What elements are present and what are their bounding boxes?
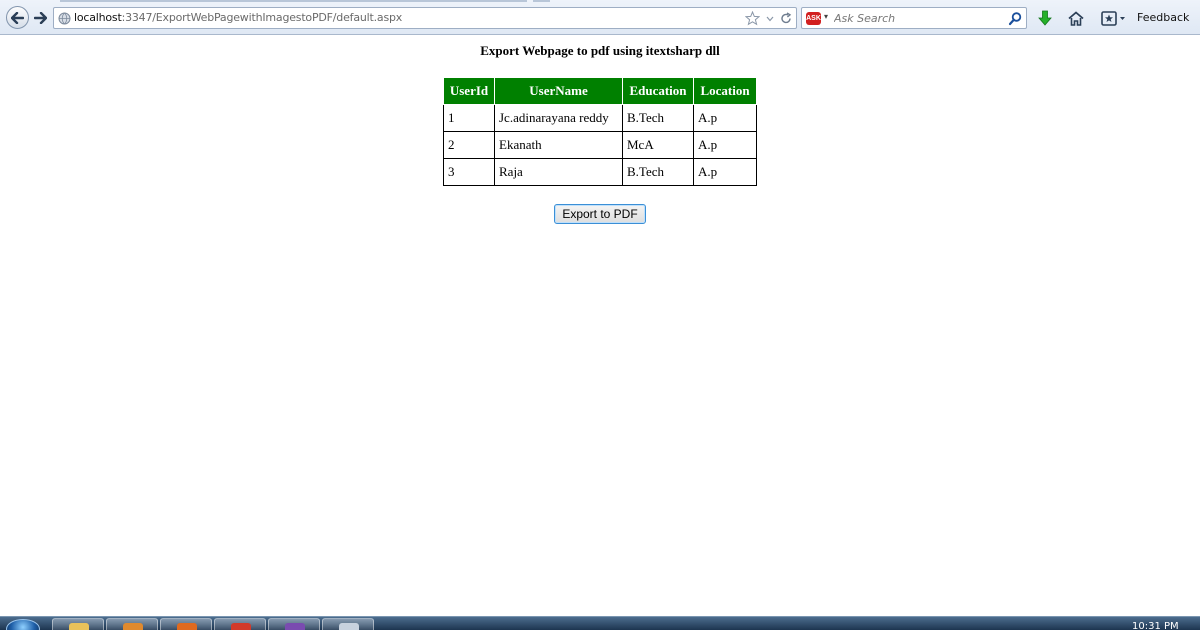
media-icon <box>123 623 143 630</box>
cell-location: A.p <box>693 158 757 186</box>
star-icon[interactable] <box>745 11 760 26</box>
taskbar-app-explorer[interactable] <box>52 618 104 630</box>
app-icon <box>339 623 359 630</box>
url-text: localhost:3347/ExportWebPagewithImagesto… <box>74 11 402 24</box>
reload-icon[interactable] <box>780 11 792 26</box>
forward-button[interactable] <box>30 9 50 26</box>
cell-location: A.p <box>693 104 757 132</box>
taskbar-app-firefox[interactable] <box>160 618 212 630</box>
browser-toolbar: localhost:3347/ExportWebPagewithImagesto… <box>0 0 1200 35</box>
page-content: Export Webpage to pdf using itextsharp d… <box>0 36 1200 616</box>
table-row: 2 Ekanath McA A.p <box>443 131 757 159</box>
cell-userid: 3 <box>443 158 495 186</box>
tab-strip <box>60 0 550 2</box>
folder-icon <box>69 623 89 630</box>
navigation-buttons <box>6 6 52 29</box>
table-row: 3 Raja B.Tech A.p <box>443 158 757 186</box>
back-button[interactable] <box>6 6 29 29</box>
cell-location: A.p <box>693 131 757 159</box>
forward-arrow-icon <box>33 11 47 24</box>
table-header-row: UserId UserName Education Location <box>443 77 757 105</box>
address-bar[interactable]: localhost:3347/ExportWebPagewithImagesto… <box>53 7 797 29</box>
cell-education: B.Tech <box>622 104 694 132</box>
bookmarks-menu-button[interactable] <box>1101 9 1127 27</box>
chevron-down-icon[interactable] <box>766 11 774 26</box>
column-header-education: Education <box>622 77 694 105</box>
taskbar: 10:31 PM <box>0 616 1200 630</box>
taskbar-app-media[interactable] <box>106 618 158 630</box>
cell-userid: 2 <box>443 131 495 159</box>
download-arrow-icon <box>1038 10 1052 26</box>
address-bar-icons <box>745 11 792 26</box>
back-arrow-icon <box>11 11 24 24</box>
taskbar-app-visual-studio[interactable] <box>268 618 320 630</box>
taskbar-app-4[interactable] <box>214 618 266 630</box>
table-row: 1 Jc.adinarayana reddy B.Tech A.p <box>443 104 757 132</box>
column-header-location: Location <box>693 77 757 105</box>
search-engine-icon[interactable]: ASK <box>806 12 821 25</box>
feedback-button[interactable]: Feedback <box>1137 11 1189 24</box>
cell-username: Raja <box>494 158 623 186</box>
column-header-username: UserName <box>494 77 623 105</box>
search-engine-chevron-icon[interactable]: ▾ <box>824 12 828 21</box>
downloads-button[interactable] <box>1036 9 1054 27</box>
globe-icon <box>58 12 71 25</box>
home-button[interactable] <box>1067 9 1085 27</box>
cell-username: Ekanath <box>494 131 623 159</box>
home-icon <box>1068 10 1084 26</box>
taskbar-app-6[interactable] <box>322 618 374 630</box>
page-title: Export Webpage to pdf using itextsharp d… <box>480 43 720 58</box>
search-input[interactable] <box>834 10 1004 26</box>
export-to-pdf-button[interactable]: Export to PDF <box>554 204 646 224</box>
cell-education: McA <box>622 131 694 159</box>
url-host: localhost <box>74 11 122 24</box>
column-header-userid: UserId <box>443 77 495 105</box>
users-table: UserId UserName Education Location 1 Jc.… <box>443 77 757 186</box>
firefox-icon <box>177 623 197 630</box>
search-bar: ASK ▾ <box>801 7 1027 29</box>
cell-education: B.Tech <box>622 158 694 186</box>
visual-studio-icon <box>285 623 305 630</box>
url-path: :3347/ExportWebPagewithImagestoPDF/defau… <box>121 11 403 24</box>
bookmarks-icon <box>1101 10 1125 26</box>
cell-username: Jc.adinarayana reddy <box>494 104 623 132</box>
start-button[interactable] <box>6 619 40 630</box>
clock[interactable]: 10:31 PM <box>1132 622 1179 630</box>
app-icon <box>231 623 251 630</box>
cell-userid: 1 <box>443 104 495 132</box>
magnifier-icon[interactable] <box>1008 11 1023 26</box>
